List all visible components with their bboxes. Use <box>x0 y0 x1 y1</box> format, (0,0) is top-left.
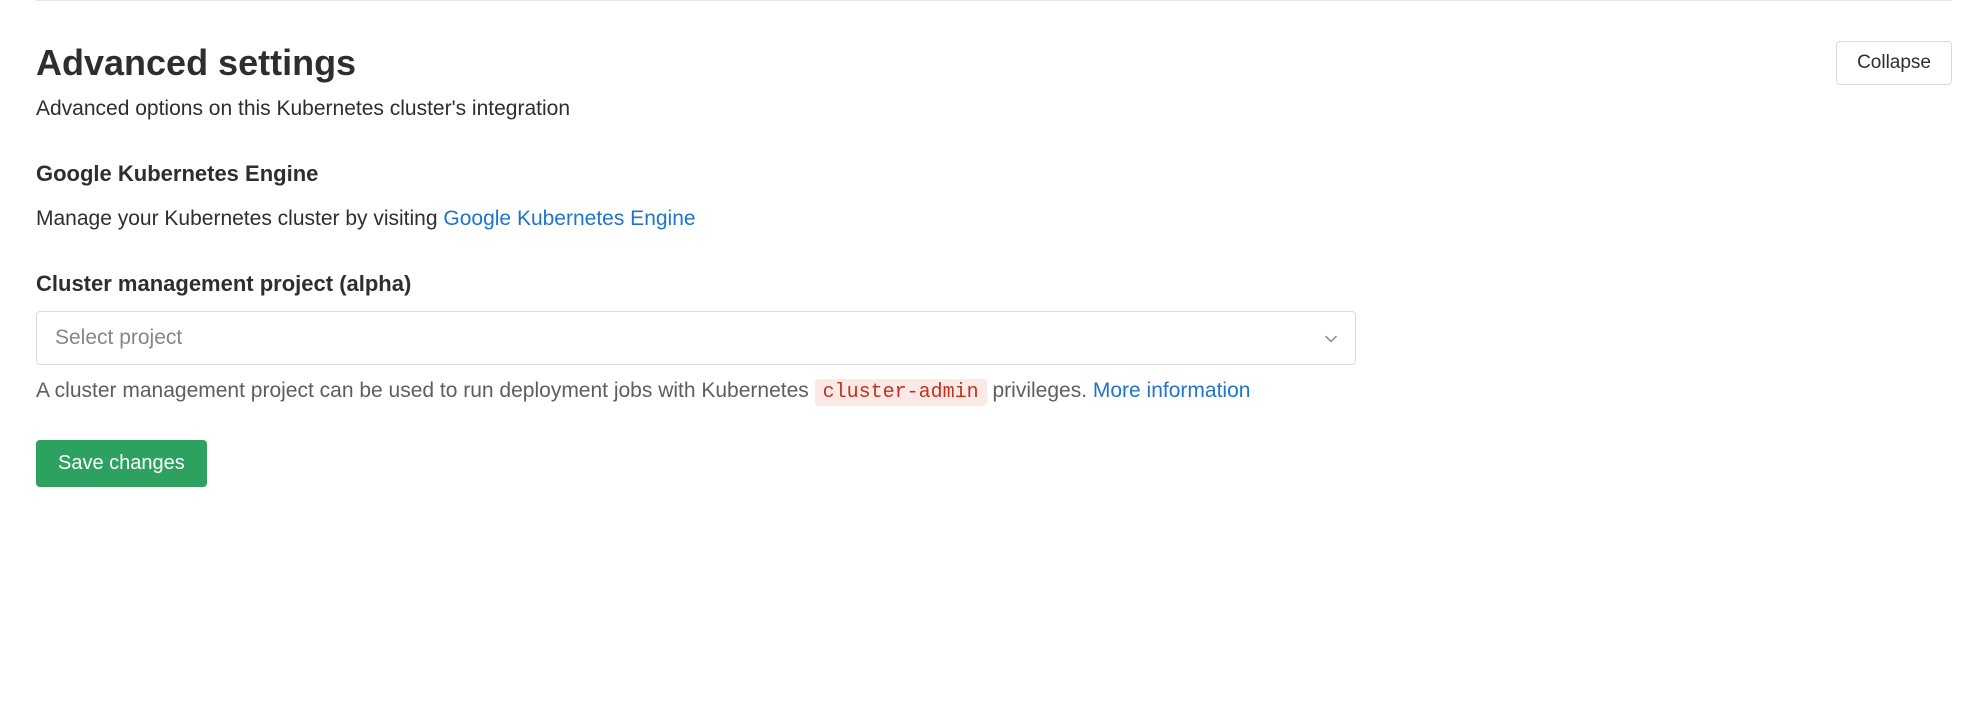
cluster-admin-code: cluster-admin <box>815 379 987 406</box>
more-information-link[interactable]: More information <box>1093 379 1251 402</box>
help-prefix: A cluster management project can be used… <box>36 379 815 402</box>
cluster-project-placeholder: Select project <box>55 326 182 350</box>
gke-description: Manage your Kubernetes cluster by visiti… <box>36 207 1952 231</box>
collapse-button[interactable]: Collapse <box>1836 41 1952 85</box>
gke-link[interactable]: Google Kubernetes Engine <box>443 207 695 230</box>
gke-heading: Google Kubernetes Engine <box>36 161 1952 187</box>
gke-text-prefix: Manage your Kubernetes cluster by visiti… <box>36 207 443 230</box>
section-header: Advanced settings Collapse <box>36 41 1952 85</box>
help-suffix: privileges. <box>987 379 1093 402</box>
chevron-down-icon <box>1325 330 1337 346</box>
cluster-project-select-wrapper: Select project <box>36 311 1356 365</box>
cluster-project-label: Cluster management project (alpha) <box>36 271 1952 297</box>
section-subtitle: Advanced options on this Kubernetes clus… <box>36 97 1952 121</box>
cluster-project-select[interactable]: Select project <box>36 311 1356 365</box>
cluster-project-help: A cluster management project can be used… <box>36 375 1356 408</box>
section-title: Advanced settings <box>36 41 356 84</box>
save-changes-button[interactable]: Save changes <box>36 440 207 487</box>
section-divider <box>36 0 1952 1</box>
